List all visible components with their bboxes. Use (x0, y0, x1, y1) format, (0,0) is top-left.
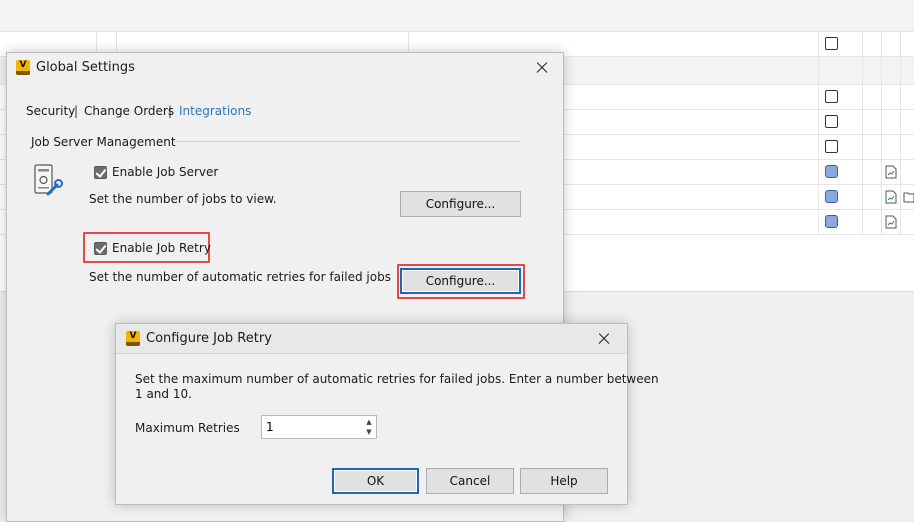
dialog-title: Configure Job Retry (146, 331, 272, 346)
grid-row-checkbox[interactable] (825, 115, 838, 128)
grid-row-status-icon (825, 215, 838, 228)
close-icon[interactable] (530, 57, 554, 79)
folder-icon (903, 192, 914, 203)
configure-jobs-button[interactable]: Configure... (400, 191, 521, 217)
spin-down-icon[interactable]: ▼ (364, 427, 374, 437)
enable-job-server-label: Enable Job Server (112, 165, 219, 179)
grid-column-divider (862, 32, 863, 235)
tab-separator: | (74, 104, 79, 118)
group-title: Job Server Management (31, 135, 176, 149)
max-retries-input[interactable] (262, 416, 362, 438)
retries-text: Set the number of automatic retries for … (89, 270, 391, 284)
close-icon[interactable] (592, 328, 616, 350)
group-divider (173, 141, 521, 142)
configure-job-retry-titlebar: V Configure Job Retry (116, 324, 627, 354)
grid-column-divider (900, 32, 901, 235)
dialog-description: Set the maximum number of automatic retr… (135, 372, 659, 386)
enable-job-retry-label: Enable Job Retry (112, 241, 211, 255)
ok-button[interactable]: OK (332, 468, 419, 494)
spin-up-icon[interactable]: ▲ (364, 417, 374, 427)
max-retries-stepper[interactable]: ▲ ▼ (261, 415, 377, 439)
jobs-to-view-text: Set the number of jobs to view. (89, 192, 277, 206)
global-settings-titlebar: V Global Settings (7, 53, 563, 83)
tab-separator: | (168, 104, 173, 118)
grid-row-checkbox[interactable] (825, 140, 838, 153)
vault-app-icon: V (126, 331, 140, 346)
grid-column-divider (818, 32, 819, 235)
grid-column-divider (116, 32, 117, 52)
cancel-button[interactable]: Cancel (426, 468, 514, 494)
job-server-icon (34, 164, 63, 196)
grid-row-checkbox[interactable] (825, 37, 838, 50)
grid-row-checkbox[interactable] (825, 90, 838, 103)
file-icon (885, 215, 897, 229)
tab-integrations[interactable]: Integrations (179, 104, 251, 118)
tab-security[interactable]: Security (26, 104, 75, 118)
grid-column-divider (408, 32, 409, 52)
help-button[interactable]: Help (520, 468, 608, 494)
enable-job-server-checkbox[interactable] (94, 166, 107, 179)
grid-column-divider (96, 32, 97, 52)
configure-retry-button[interactable]: Configure... (400, 268, 521, 294)
dialog-description: 1 and 10. (135, 387, 192, 401)
vault-app-icon: V (16, 60, 30, 75)
background-header-row (0, 0, 914, 32)
file-icon (885, 190, 897, 204)
configure-job-retry-dialog: V Configure Job Retry Set the maximum nu… (115, 323, 659, 505)
grid-row-status-icon (825, 190, 838, 203)
max-retries-label: Maximum Retries (135, 421, 240, 435)
grid-column-divider (881, 32, 882, 235)
window-title: Global Settings (36, 60, 135, 75)
grid-row-status-icon (825, 165, 838, 178)
enable-job-retry-checkbox[interactable] (94, 242, 107, 255)
tab-change-orders[interactable]: Change Orders (84, 104, 174, 118)
file-icon (885, 165, 897, 179)
